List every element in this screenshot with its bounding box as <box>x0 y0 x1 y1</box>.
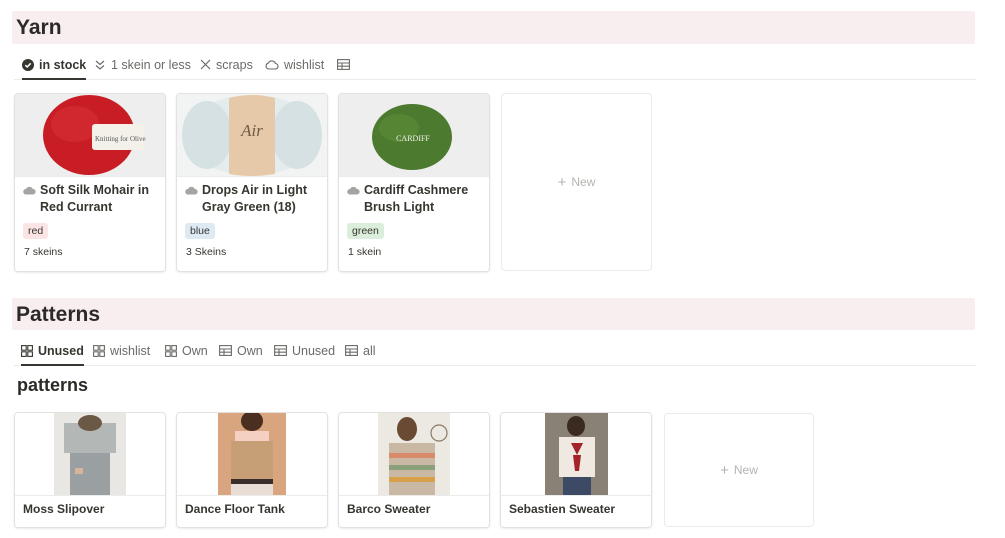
pattern-cover-image <box>501 413 651 496</box>
yarn-cover-label: Air <box>240 121 263 140</box>
tab-unused-gallery[interactable]: Unused <box>21 337 84 366</box>
new-pattern-button[interactable]: + New <box>664 413 814 527</box>
tab-unused-table[interactable]: Unused <box>274 337 335 364</box>
patterns-title: Patterns <box>16 303 101 326</box>
check-circle-icon <box>22 58 34 71</box>
tab-label: all <box>363 343 376 358</box>
patterns-section-header: Patterns <box>12 298 975 330</box>
tab-label: wishlist <box>110 343 151 358</box>
yarn-name: Cardiff Cashmere Brush Light <box>364 183 469 214</box>
pattern-name: Dance Floor Tank <box>185 502 285 516</box>
table-icon <box>219 345 232 356</box>
skein-count: 1 skein <box>348 246 382 258</box>
table-icon <box>345 345 358 356</box>
pattern-name: Barco Sweater <box>347 502 431 516</box>
tab-wishlist-gallery[interactable]: wishlist <box>93 337 150 364</box>
yarn-card[interactable]: Air Drops Air in Light Gray Green (18) b… <box>176 93 328 272</box>
tab-label: 1 skein or less <box>111 57 191 72</box>
tab-all-table[interactable]: all <box>345 337 376 364</box>
plus-icon: + <box>720 461 729 479</box>
pattern-cover-image <box>339 413 489 496</box>
tab-1-skein-or-less[interactable]: 1 skein or less <box>94 51 191 78</box>
double-chevron-down-icon <box>95 60 105 70</box>
pattern-name: Sebastien Sweater <box>509 502 616 516</box>
yarn-cover-label: CARDIFF <box>396 134 430 143</box>
patterns-view-tabs: Unused wishlist Own Own Unused all <box>14 337 976 366</box>
pattern-card[interactable]: Moss Slipover <box>14 412 166 528</box>
plus-icon: + <box>557 173 567 191</box>
gallery-icon <box>93 344 105 357</box>
yarn-card[interactable]: CARDIFF Cardiff Cashmere Brush Light gre… <box>338 93 490 272</box>
tab-label: Unused <box>292 343 336 358</box>
new-yarn-button[interactable]: + New <box>501 93 652 271</box>
tab-own-table[interactable]: Own <box>219 337 263 364</box>
table-icon <box>337 59 350 70</box>
skein-count: 7 skeins <box>24 246 63 258</box>
yarn-cover-label: Knitting for Olive <box>95 135 146 143</box>
cloud-icon <box>23 186 36 195</box>
pattern-cover-image <box>177 413 327 496</box>
color-tag: green <box>347 223 384 239</box>
tab-table-view[interactable] <box>337 51 350 78</box>
tab-label: scraps <box>216 57 253 72</box>
cloud-icon <box>185 186 198 195</box>
pattern-card[interactable]: Barco Sweater <box>338 412 490 528</box>
tab-label: Unused <box>38 343 84 358</box>
tab-scraps[interactable]: scraps <box>200 51 253 78</box>
yarn-cover-image: Air <box>177 94 327 177</box>
cloud-icon <box>347 186 360 195</box>
pattern-card[interactable]: Dance Floor Tank <box>176 412 328 528</box>
tab-label: Own <box>182 343 208 358</box>
patterns-group-title: patterns <box>17 375 89 395</box>
color-tag: red <box>23 223 49 239</box>
yarn-cover-image: CARDIFF <box>339 94 489 177</box>
tab-in-stock[interactable]: in stock <box>22 51 87 80</box>
yarn-cover-image: Knitting for Olive <box>15 94 165 177</box>
color-tag: blue <box>185 223 215 239</box>
pattern-card[interactable]: Sebastien Sweater <box>500 412 652 528</box>
new-label: New <box>733 463 758 477</box>
gallery-icon <box>21 344 33 357</box>
tab-own-gallery[interactable]: Own <box>165 337 208 364</box>
tab-label: Own <box>237 343 263 358</box>
table-icon <box>274 345 287 356</box>
x-icon <box>200 59 211 70</box>
yarn-name: Drops Air in Light Gray Green (18) <box>202 183 308 214</box>
yarn-section-header: Yarn <box>12 11 975 44</box>
skein-count: 3 Skeins <box>186 246 227 258</box>
yarn-name: Soft Silk Mohair in Red Currant <box>40 183 150 214</box>
tab-label: in stock <box>39 57 87 72</box>
new-label: New <box>571 175 596 189</box>
pattern-name: Moss Slipover <box>23 502 105 516</box>
gallery-icon <box>165 344 177 357</box>
tab-label: wishlist <box>284 57 325 72</box>
cloud-icon <box>265 59 279 70</box>
pattern-cover-image <box>15 413 165 496</box>
yarn-title: Yarn <box>16 16 62 39</box>
tab-wishlist[interactable]: wishlist <box>265 51 324 78</box>
yarn-card[interactable]: Knitting for Olive Soft Silk Mohair in R… <box>14 93 166 272</box>
yarn-view-tabs: in stock 1 skein or less scraps wishlist <box>14 51 976 80</box>
